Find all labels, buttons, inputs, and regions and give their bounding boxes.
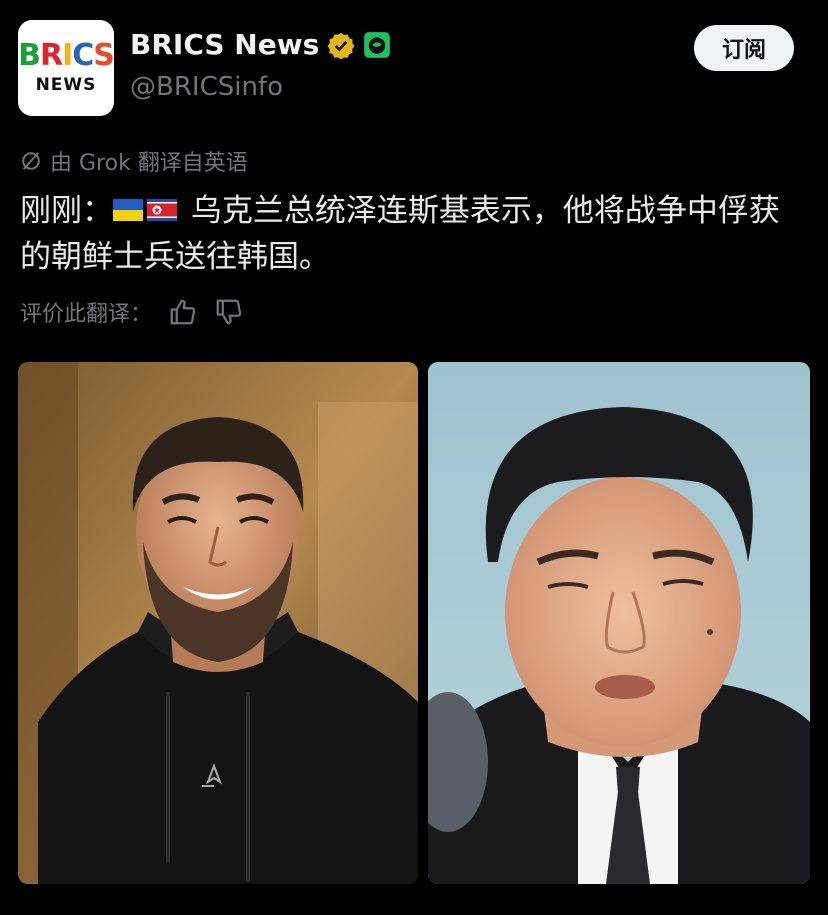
rate-translation-label: 评价此翻译：: [20, 302, 153, 327]
photo-man-in-hoodie: [18, 362, 418, 884]
account-handle[interactable]: @BRICSinfo: [130, 72, 283, 102]
north-korea-flag-icon: [147, 198, 177, 221]
account-name[interactable]: BRICS News: [130, 28, 319, 61]
affiliate-bird-icon: [364, 31, 391, 58]
photo-man-in-suit: [428, 362, 810, 884]
avatar-logo-news: NEWS: [35, 75, 97, 95]
translation-notice[interactable]: 由 Grok 翻译自英语: [20, 145, 248, 177]
verified-badge-icon: [327, 32, 355, 59]
translation-label: 由 Grok 翻译自英语: [50, 151, 248, 176]
grok-icon: [22, 152, 40, 170]
thumbs-down-icon[interactable]: [214, 297, 244, 327]
subscribe-button[interactable]: 订阅: [694, 25, 794, 71]
ukraine-flag-icon: [113, 198, 143, 221]
avatar-logo-brics: BRICS: [18, 38, 114, 73]
rate-translation: 评价此翻译：: [20, 296, 244, 328]
account-avatar[interactable]: BRICS NEWS: [18, 20, 114, 116]
thumbs-up-icon[interactable]: [168, 297, 198, 327]
tweet-prefix: 刚刚：: [20, 193, 113, 229]
media-photo-left[interactable]: [18, 362, 418, 884]
media-photo-right[interactable]: [428, 362, 810, 884]
tweet-text: 刚刚： 乌克兰总统泽连斯基表示，他将战争中俘获的朝鲜士兵送往韩国。: [20, 188, 810, 280]
account-name-row: BRICS News: [130, 28, 391, 61]
